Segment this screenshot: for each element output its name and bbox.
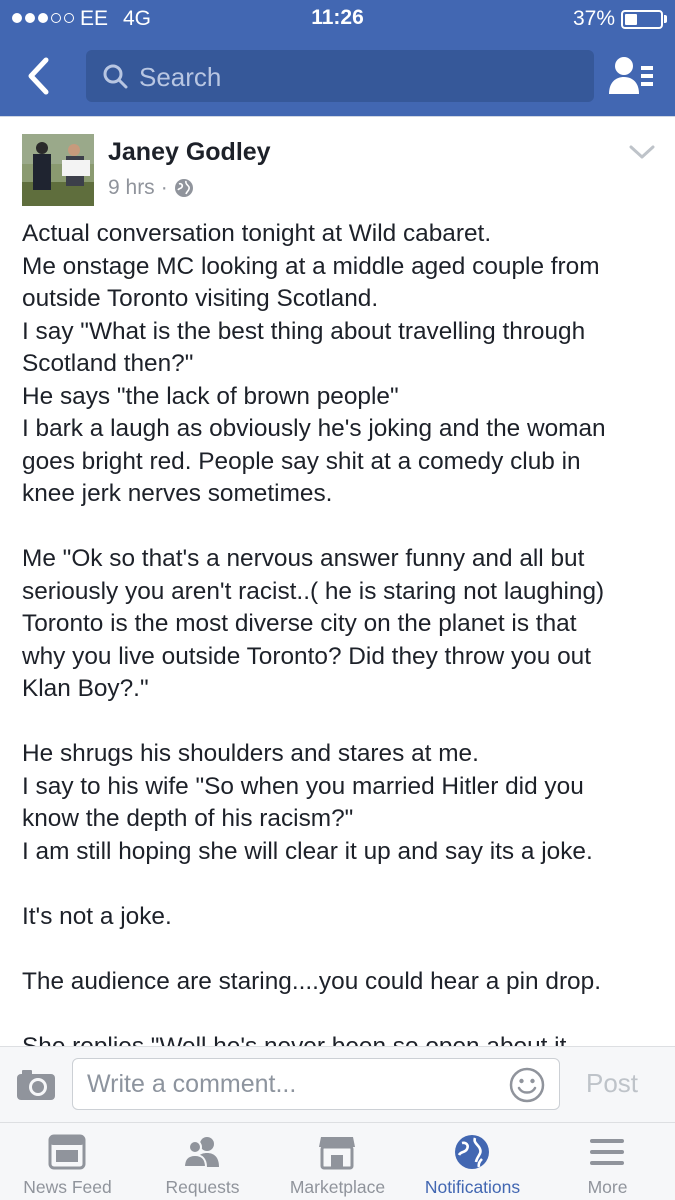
comment-input[interactable]: Write a comment... xyxy=(72,1058,560,1110)
post-text-line: Me "Ok so that's a nervous answer funny … xyxy=(22,545,585,572)
requests-icon xyxy=(182,1137,219,1168)
avatar[interactable] xyxy=(22,134,94,206)
tab-bar: News Feed Requests Marketplace Notificat… xyxy=(0,1122,675,1200)
post-text-line: Toronto is the most diverse city on the … xyxy=(22,610,577,637)
post-text-line: He says "the lack of brown people" xyxy=(22,382,399,410)
camera-button[interactable] xyxy=(16,1067,56,1101)
post-text: Actual conversation tonight at Wild caba… xyxy=(22,218,662,1046)
globe-icon xyxy=(174,179,193,197)
menu-icon xyxy=(590,1139,624,1165)
post-text-line: Scotland then?" xyxy=(22,350,194,377)
tab-label: News Feed xyxy=(23,1177,112,1197)
post-text-line: know the depth of his racism?" xyxy=(22,805,354,832)
post-text-line: Klan Boy?." xyxy=(22,675,149,702)
post-text-line: I say to his wife "So when you married H… xyxy=(22,772,584,800)
chevron-down-icon xyxy=(629,145,655,159)
comment-placeholder: Write a comment... xyxy=(87,1070,297,1098)
post-text-line: knee jerk nerves sometimes. xyxy=(22,480,333,507)
app-header: EE 4G 11:26 37% Search xyxy=(0,0,675,116)
search-input[interactable]: Search xyxy=(86,50,594,102)
avatar-photo xyxy=(22,134,94,206)
friend-requests-button[interactable] xyxy=(608,54,656,98)
search-placeholder: Search xyxy=(139,62,222,92)
globe-icon xyxy=(455,1135,489,1169)
back-button[interactable] xyxy=(22,56,62,96)
post-text-line: I bark a laugh as obviously he's joking … xyxy=(22,415,606,442)
comment-bar: Write a comment... Post xyxy=(0,1046,675,1122)
tab-label: Notifications xyxy=(424,1177,521,1197)
post-options-button[interactable] xyxy=(628,142,656,162)
header-divider xyxy=(0,116,675,117)
post-text-line: why you live outside Toronto? Did they t… xyxy=(22,642,591,670)
post-text-line: goes bright red. People say shit at a co… xyxy=(22,447,581,475)
post-comment-button[interactable]: Post xyxy=(586,1068,638,1099)
post-text-line: I am still hoping she will clear it up a… xyxy=(22,837,593,865)
friend-list-icon xyxy=(609,57,653,94)
tab-label: Requests xyxy=(165,1177,240,1197)
post-text-line: She replies "Well he's never been so ope… xyxy=(22,1032,567,1047)
post-time[interactable]: 9 hrs xyxy=(108,176,155,200)
emoji-icon[interactable] xyxy=(509,1067,545,1103)
tab-news-feed[interactable]: News Feed xyxy=(0,1123,135,1200)
post-text-line: Me onstage MC looking at a middle aged c… xyxy=(22,252,600,280)
back-arrow-icon xyxy=(28,57,49,95)
tab-notifications[interactable]: Notifications xyxy=(405,1123,540,1200)
battery-icon xyxy=(621,10,663,29)
status-bar: EE 4G 11:26 37% xyxy=(0,0,675,38)
post-text-line: Actual conversation tonight at Wild caba… xyxy=(22,220,492,247)
post-text-line: seriously you aren't racist..( he is sta… xyxy=(22,577,605,605)
meta-separator: · xyxy=(160,176,168,199)
battery-tip xyxy=(664,15,667,23)
post-text-line: I say "What is the best thing about trav… xyxy=(22,317,586,345)
marketplace-icon xyxy=(319,1137,355,1170)
tab-label: More xyxy=(587,1177,628,1197)
post-meta: 9 hrs · xyxy=(108,176,194,200)
post-text-line: The audience are staring....you could he… xyxy=(22,967,601,995)
post-text-line: It's not a joke. xyxy=(22,902,172,930)
news-feed-icon xyxy=(48,1134,86,1170)
post-text-line: He shrugs his shoulders and stares at me… xyxy=(22,740,479,767)
tab-label: Marketplace xyxy=(289,1177,386,1197)
post-text-line: outside Toronto visiting Scotland. xyxy=(22,285,379,312)
search-icon xyxy=(103,64,128,89)
tab-more[interactable]: More xyxy=(540,1123,675,1200)
tab-marketplace[interactable]: Marketplace xyxy=(270,1123,405,1200)
post-author[interactable]: Janey Godley xyxy=(108,138,271,167)
camera-icon xyxy=(17,1070,55,1100)
tab-requests[interactable]: Requests xyxy=(135,1123,270,1200)
battery-percentage: 37% xyxy=(573,7,616,30)
